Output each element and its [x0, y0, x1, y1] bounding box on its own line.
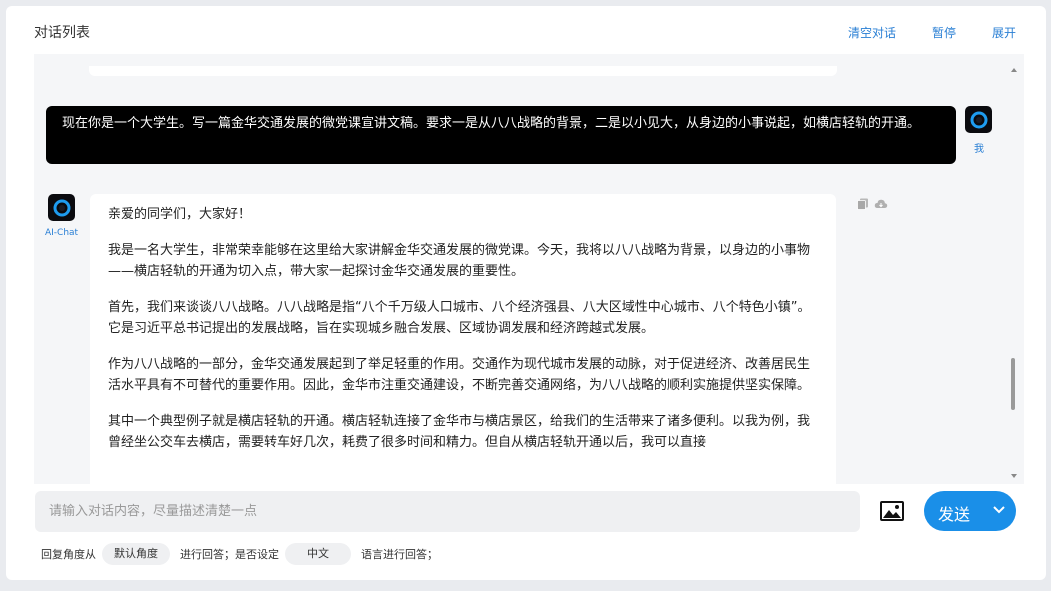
ai-paragraph: 其中一个典型例子就是横店轻轨的开通。横店轻轨连接了金华市与横店景区，给我们的生活…	[108, 414, 811, 450]
user-avatar	[965, 106, 992, 133]
previous-message-bubble	[89, 66, 837, 76]
message-list[interactable]: 现在你是一个大学生。写一篇金华交通发展的微党课宣讲文稿。要求一是从八八战略的背景…	[34, 54, 1024, 484]
scroll-down-arrow-icon[interactable]	[1011, 474, 1017, 478]
reply-options: 回复角度从 默认角度 进行回答；是否设定 中文 语言进行回答；	[41, 542, 438, 566]
ai-message: 亲爱的同学们，大家好！ 我是一名大学生，非常荣幸能够在这里给大家讲解金华交通发展…	[90, 194, 836, 484]
header: 对话列表 清空对话 暂停 展开	[6, 6, 1046, 56]
ai-paragraph: 亲爱的同学们，大家好！	[108, 207, 252, 222]
chat-logo-icon	[970, 111, 987, 128]
scrollbar[interactable]	[1009, 68, 1019, 478]
angle-prefix-text: 回复角度从	[41, 548, 96, 561]
chevron-down-icon[interactable]	[992, 505, 1006, 515]
page-title: 对话列表	[34, 25, 90, 41]
message-tools	[857, 198, 888, 210]
send-button-label: 发送	[938, 505, 971, 524]
ai-avatar	[48, 194, 75, 221]
scroll-up-arrow-icon[interactable]	[1011, 68, 1017, 72]
language-suffix-text: 语言进行回答；	[361, 548, 438, 561]
cloud-download-icon[interactable]	[874, 198, 888, 210]
send-button[interactable]: 发送	[924, 491, 1016, 531]
user-message: 现在你是一个大学生。写一篇金华交通发展的微党课宣讲文稿。要求一是从八八战略的背景…	[46, 106, 956, 164]
expand-button[interactable]: 展开	[992, 24, 1016, 41]
copy-icon[interactable]	[857, 198, 869, 210]
reply-angle-select[interactable]: 默认角度	[102, 543, 170, 565]
language-prefix-text: 进行回答；是否设定	[180, 548, 279, 561]
ai-paragraph: 作为八八战略的一部分，金华交通发展起到了举足轻重的作用。交通作为现代城市发展的动…	[108, 357, 811, 393]
scrollbar-thumb[interactable]	[1011, 358, 1015, 410]
language-select[interactable]: 中文	[285, 543, 351, 565]
chat-panel: 对话列表 清空对话 暂停 展开 现在你是一个大学生。写一篇金华交通发展的微党课宣…	[6, 6, 1046, 580]
ai-paragraph: 首先，我们来谈谈八八战略。八八战略是指“八个千万级人口城市、八个经济强县、八大区…	[108, 300, 811, 336]
ai-name-label: AI-Chat	[45, 228, 79, 238]
clear-conversation-button[interactable]: 清空对话	[848, 24, 896, 41]
pause-button[interactable]: 暂停	[932, 24, 956, 41]
user-name-label: 我	[974, 144, 984, 155]
ai-paragraph: 我是一名大学生，非常荣幸能够在这里给大家讲解金华交通发展的微党课。今天，我将以八…	[108, 243, 811, 279]
image-upload-icon[interactable]	[880, 501, 904, 521]
message-input[interactable]	[35, 491, 860, 532]
chat-logo-icon	[53, 199, 70, 216]
